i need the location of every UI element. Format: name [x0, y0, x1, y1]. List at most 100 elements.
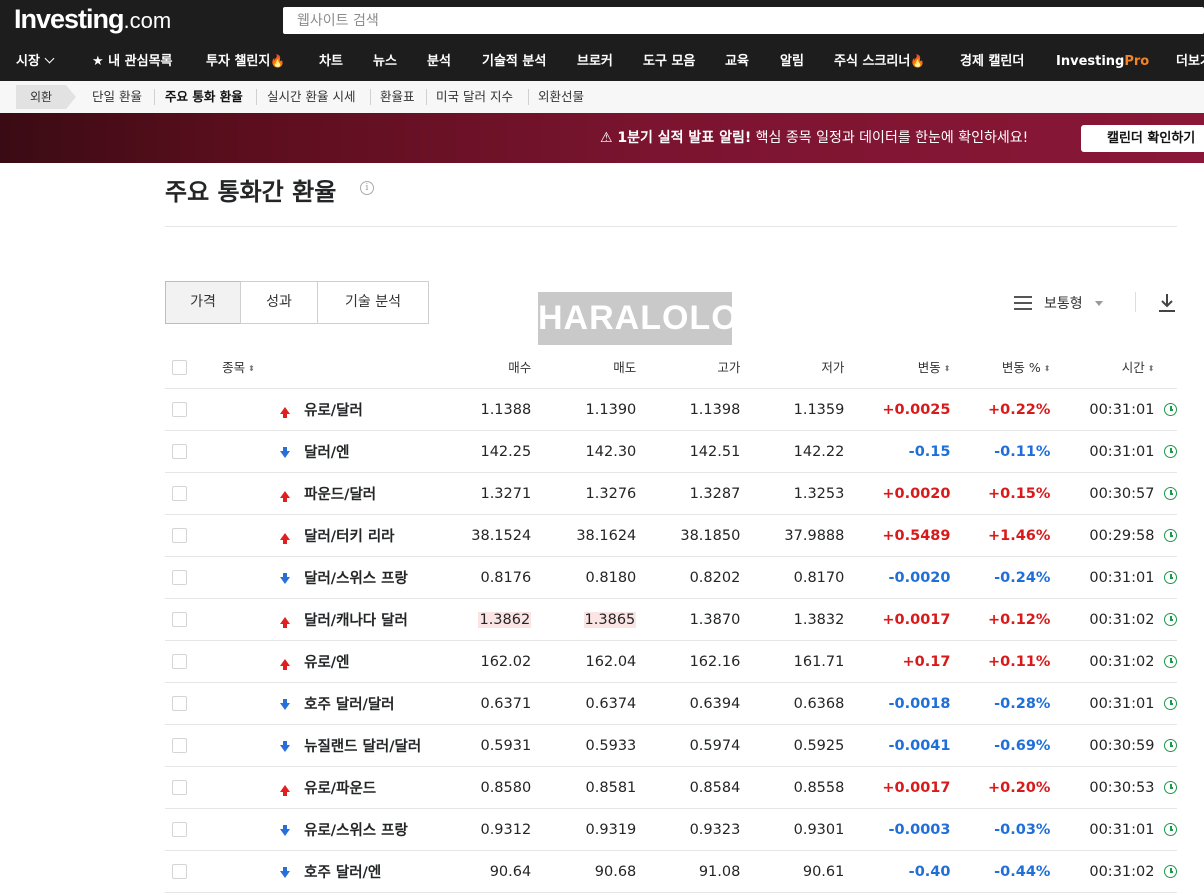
pair-cell[interactable]: 호주 달러/달러: [222, 682, 404, 725]
arrow-up-icon: [280, 532, 291, 544]
nav-item-screener[interactable]: 주식 스크리너🔥: [834, 42, 925, 81]
pair-name[interactable]: 유로/파운드: [304, 781, 376, 797]
table-row[interactable]: 달러/스위스 프랑 0.8176 0.8180 0.8202 0.8170 -0.0020…: [165, 556, 1177, 599]
table-row[interactable]: 달러/터키 리라 38.1524 38.1624 38.1850 37.9888 +0.5…: [165, 514, 1177, 557]
table-row[interactable]: 유로/스위스 프랑 0.9312 0.9319 0.9323 0.9301 -0.0003…: [165, 808, 1177, 851]
pair-cell[interactable]: 파운드/달러: [222, 472, 404, 515]
nav-item-markets[interactable]: 시장: [16, 42, 55, 81]
table-row[interactable]: 달러/엔 142.25 142.30 142.51 142.22 -0.15 -0.11% 0…: [165, 430, 1177, 473]
pair-cell[interactable]: 호주 달러/엔: [222, 850, 404, 893]
breadcrumb-forex[interactable]: 외환: [16, 85, 77, 109]
table-row[interactable]: 호주 달러/달러 0.6371 0.6374 0.6394 0.6368 -0.0018-…: [165, 682, 1177, 725]
row-checkbox[interactable]: [172, 612, 187, 627]
row-select-cell: [165, 808, 223, 851]
pair-cell[interactable]: 유로/엔: [222, 640, 404, 683]
row-checkbox[interactable]: [172, 780, 187, 795]
nav-item-watchlist[interactable]: ★ 내 관심목록: [92, 42, 173, 81]
pair-name[interactable]: 달러/터키 리라: [304, 529, 394, 545]
bid-value: 38.1524: [471, 527, 532, 544]
row-checkbox[interactable]: [172, 570, 187, 585]
tab-performance[interactable]: 성과: [240, 281, 318, 324]
pair-name[interactable]: 호주 달러/엔: [304, 865, 381, 881]
nav-item-alerts[interactable]: 알림: [780, 42, 804, 81]
col-header-change-pct[interactable]: 변동 % ⬍: [950, 345, 1051, 389]
arrow-up-icon: [280, 658, 291, 670]
change-pct-cell: +0.22%: [950, 388, 1051, 431]
nav-item-challenge[interactable]: 투자 챌린지🔥: [206, 42, 285, 81]
subnav-cross-rates[interactable]: 환율표: [372, 81, 423, 113]
table-row[interactable]: 유로/파운드 0.8580 0.8581 0.8584 0.8558 +0.0017 +0.…: [165, 766, 1177, 809]
status-cell: [1154, 388, 1177, 431]
row-checkbox[interactable]: [172, 486, 187, 501]
ask-cell: 0.5933: [531, 724, 637, 767]
subnav-live-rates[interactable]: 실시간 환율 시세: [259, 81, 363, 113]
row-checkbox[interactable]: [172, 822, 187, 837]
col-header-name[interactable]: 종목 ⬍: [222, 345, 404, 389]
subnav-fx-futures[interactable]: 외환선물: [530, 81, 592, 113]
info-icon[interactable]: i: [360, 181, 374, 195]
subnav-single-rate[interactable]: 단일 환율: [84, 81, 150, 113]
pair-name[interactable]: 뉴질랜드 달러/달러: [304, 739, 421, 755]
table-row[interactable]: 호주 달러/엔 90.64 90.68 91.08 90.61 -0.40 -0.44% 00…: [165, 850, 1177, 893]
chevron-down-icon: [44, 53, 55, 64]
row-checkbox[interactable]: [172, 528, 187, 543]
low-cell: 1.3832: [740, 598, 845, 641]
table-row[interactable]: 유로/달러 1.1388 1.1390 1.1398 1.1359 +0.0025 +0.2…: [165, 388, 1177, 431]
select-all-checkbox[interactable]: [172, 359, 187, 375]
search-box[interactable]: [283, 7, 1204, 34]
nav-item-technical[interactable]: 기술적 분석: [482, 42, 546, 81]
row-checkbox[interactable]: [172, 402, 187, 417]
ask-cell: 90.68: [531, 850, 637, 893]
pair-cell[interactable]: 뉴질랜드 달러/달러: [222, 724, 421, 767]
tab-technical[interactable]: 기술 분석: [317, 281, 429, 324]
pair-name[interactable]: 달러/캐나다 달러: [304, 613, 408, 629]
clock-icon: [1164, 739, 1177, 752]
pair-cell[interactable]: 유로/스위스 프랑: [222, 808, 408, 851]
pair-cell[interactable]: 달러/터키 리라: [222, 514, 404, 557]
pair-name[interactable]: 파운드/달러: [304, 487, 376, 503]
calendar-check-button[interactable]: 캘린더 확인하기: [1081, 125, 1204, 152]
nav-item-news[interactable]: 뉴스: [373, 42, 397, 81]
pair-cell[interactable]: 달러/캐나다 달러: [222, 598, 408, 641]
pair-name[interactable]: 유로/달러: [304, 403, 363, 419]
pair-cell[interactable]: 유로/파운드: [222, 766, 404, 809]
row-checkbox[interactable]: [172, 444, 187, 459]
pair-cell[interactable]: 유로/달러: [222, 388, 404, 431]
nav-item-education[interactable]: 교육: [725, 42, 749, 81]
pair-name[interactable]: 유로/엔: [304, 655, 349, 671]
nav-item-calendar[interactable]: 경제 캘린더: [960, 42, 1024, 81]
col-header-change[interactable]: 변동 ⬍: [844, 345, 951, 389]
row-checkbox[interactable]: [172, 654, 187, 669]
col-header-time[interactable]: 시간 ⬍: [1050, 345, 1155, 389]
bid-value: 1.1388: [480, 401, 532, 418]
subnav-dollar-index[interactable]: 미국 달러 지수: [428, 81, 521, 113]
nav-item-analysis[interactable]: 분석: [427, 42, 451, 81]
pair-name[interactable]: 유로/스위스 프랑: [304, 823, 408, 839]
tab-price[interactable]: 가격: [165, 281, 241, 324]
pair-cell[interactable]: 달러/엔: [222, 430, 404, 473]
search-input[interactable]: [283, 7, 1204, 34]
subnav-major-rates[interactable]: 주요 통화 환율: [157, 81, 251, 113]
table-row[interactable]: 파운드/달러 1.3271 1.3276 1.3287 1.3253 +0.0020 +0.…: [165, 472, 1177, 515]
row-checkbox[interactable]: [172, 696, 187, 711]
download-icon[interactable]: [1157, 292, 1177, 314]
low-cell: 0.8170: [740, 556, 845, 599]
view-density-select[interactable]: 보통형: [1014, 288, 1103, 318]
pair-name[interactable]: 달러/스위스 프랑: [304, 571, 408, 587]
row-checkbox[interactable]: [172, 864, 187, 879]
investing-logo[interactable]: Investing.com: [14, 4, 171, 35]
nav-item-more[interactable]: 더보기: [1176, 42, 1204, 81]
table-row[interactable]: 유로/엔 162.02 162.04 162.16 161.71 +0.17 +0.11% 0…: [165, 640, 1177, 683]
table-row[interactable]: 뉴질랜드 달러/달러 0.5931 0.5933 0.5974 0.5925 -0.004…: [165, 724, 1177, 767]
pair-name[interactable]: 호주 달러/달러: [304, 697, 394, 713]
table-row[interactable]: 달러/캐나다 달러 1.3862 1.3865 1.3870 1.3832 +0.0017…: [165, 598, 1177, 641]
row-checkbox[interactable]: [172, 738, 187, 753]
high-cell: 0.8584: [636, 766, 741, 809]
pair-cell[interactable]: 달러/스위스 프랑: [222, 556, 408, 599]
nav-item-investingpro[interactable]: InvestingPro: [1056, 42, 1149, 81]
nav-item-charts[interactable]: 차트: [319, 42, 343, 81]
pair-name[interactable]: 달러/엔: [304, 445, 349, 461]
nav-item-brokers[interactable]: 브로커: [577, 42, 613, 81]
nav-item-tools[interactable]: 도구 모음: [643, 42, 695, 81]
change-cell: +0.0017: [844, 598, 951, 641]
